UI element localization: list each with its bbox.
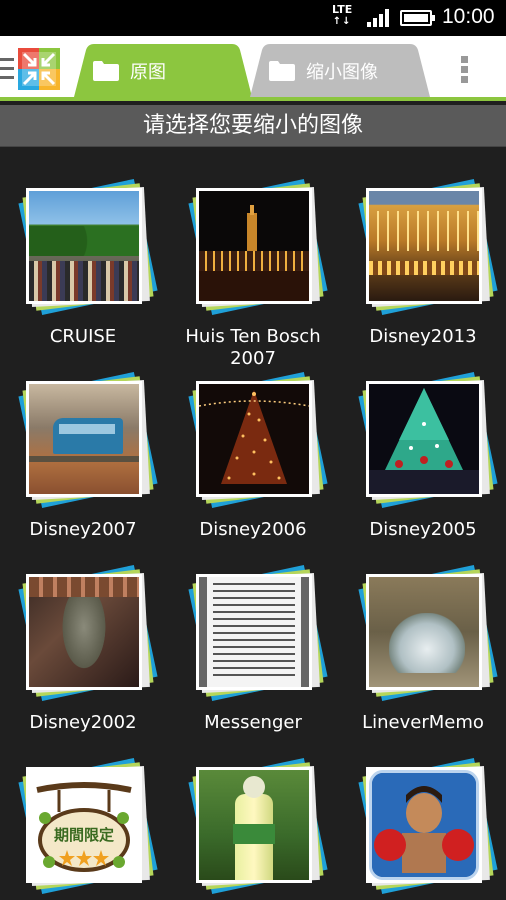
album-name: CRUISE	[49, 326, 117, 347]
album-thumbnail	[196, 188, 312, 304]
album-thumbnail	[26, 574, 142, 690]
folder-icon	[269, 61, 295, 81]
album-item[interactable]: Disney2013	[353, 172, 498, 362]
album-item[interactable]: Huis Ten Bosch 2007	[183, 172, 328, 369]
limited-sign-image: 期間限定	[36, 782, 132, 872]
christmas-tree-image	[199, 390, 309, 484]
album-item[interactable]: CRUISE	[13, 172, 158, 362]
album-name: Disney2005	[369, 519, 477, 540]
limited-sign-text: 期間限定	[54, 826, 114, 844]
tab-original[interactable]: 原图	[74, 44, 252, 97]
data-arrows-icon: ↑↓	[332, 16, 352, 27]
album-thumbnail	[26, 381, 142, 497]
album-thumbnail	[196, 574, 312, 690]
album-name: Huis Ten Bosch 2007	[185, 326, 321, 369]
tab-original-label: 原图	[130, 62, 166, 83]
network-label: LTE	[332, 3, 353, 16]
signal-icon	[367, 9, 393, 27]
album-name: Messenger	[204, 712, 302, 733]
battery-icon	[400, 10, 435, 26]
boxer-game-icon	[372, 773, 476, 877]
prompt-banner: 请选择您要缩小的图像	[0, 105, 506, 147]
album-thumbnail	[366, 381, 482, 497]
album-item[interactable]: Disney2006	[183, 365, 328, 555]
album-item[interactable]	[353, 751, 498, 900]
album-name: Disney2013	[369, 326, 477, 347]
album-item[interactable]: Disney2005	[353, 365, 498, 555]
album-name: LineverMemo	[362, 712, 484, 733]
stage-tree-image	[369, 388, 479, 494]
clock: 10:00	[442, 5, 495, 28]
album-thumbnail	[366, 188, 482, 304]
action-bar: 原图 缩小图像	[0, 36, 506, 101]
album-item[interactable]: Messenger	[183, 558, 328, 748]
album-thumbnail	[196, 767, 312, 883]
album-grid: CRUISE Huis Ten Bosch 2007 Disney2013 Di…	[0, 147, 506, 900]
album-thumbnail	[366, 574, 482, 690]
tab-reduced-label: 缩小图像	[306, 62, 378, 83]
album-name: Disney2006	[199, 519, 307, 540]
album-item[interactable]: Disney2002	[13, 558, 158, 748]
lte-indicator: LTE ↑↓	[332, 3, 353, 28]
tab-reduced[interactable]: 缩小图像	[250, 44, 430, 97]
album-thumbnail	[366, 767, 482, 883]
album-item[interactable]: Disney2007	[13, 365, 158, 555]
hamburger-icon[interactable]	[0, 58, 14, 80]
album-item[interactable]	[183, 751, 328, 900]
folder-icon	[93, 61, 119, 81]
album-item[interactable]: LineverMemo	[353, 558, 498, 748]
album-thumbnail	[196, 381, 312, 497]
overflow-menu-icon[interactable]	[461, 56, 469, 84]
album-item[interactable]: 期間限定	[13, 751, 158, 900]
album-name: Disney2007	[29, 519, 137, 540]
album-thumbnail: 期間限定	[26, 767, 142, 883]
album-thumbnail	[26, 188, 142, 304]
album-name: Disney2002	[29, 712, 137, 733]
status-bar: LTE ↑↓ 10:00	[0, 0, 506, 36]
shrink-arrows-logo[interactable]	[18, 48, 60, 90]
